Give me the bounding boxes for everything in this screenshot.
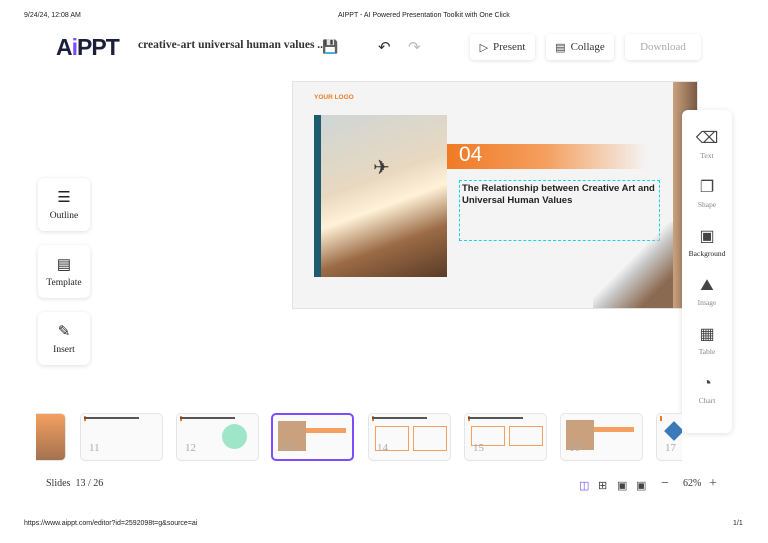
print-datetime: 9/24/24, 12:08 AM	[24, 12, 81, 19]
background-icon: ▣	[699, 228, 715, 245]
slide-thumbnail[interactable]: 14	[368, 413, 451, 461]
grid-view-icon[interactable]: ⊞	[598, 479, 607, 492]
slide-logo[interactable]: YOUR LOGO	[314, 94, 354, 101]
thumbnail-number: 14	[377, 442, 388, 454]
shape-icon: ❐	[699, 179, 715, 196]
collage-label: Collage	[570, 41, 605, 53]
image-tool[interactable]: ⛰ Image	[682, 277, 732, 307]
collage-icon: ▤	[555, 41, 566, 54]
text-icon: ⌫	[695, 130, 719, 147]
slide-counter: Slides 13 / 26	[46, 478, 103, 489]
page-curl	[593, 222, 673, 308]
present-label: Present	[493, 41, 526, 53]
zoom-in-button[interactable]: +	[709, 476, 717, 492]
insert-icon: ✎	[57, 324, 71, 340]
print-page-number: 1/1	[733, 520, 743, 527]
thumbnail-number: 16	[569, 442, 580, 454]
template-icon: ▤	[56, 257, 72, 273]
slide-accent-strip	[314, 115, 321, 277]
save-icon[interactable]: 💾	[322, 39, 338, 55]
slides-label: Slides	[46, 478, 71, 489]
redo-icon[interactable]: ↷	[408, 38, 421, 57]
print-url: https://www.aippt.com/editor?id=2592098t…	[24, 520, 198, 527]
thumbnail-number: 13	[281, 441, 292, 453]
chart-tool-label: Chart	[698, 396, 716, 405]
slide-thumbnail[interactable]: 16	[560, 413, 643, 461]
background-tool[interactable]: ▣ Background	[682, 228, 732, 258]
image-icon: ⛰	[700, 277, 714, 294]
table-icon: ▦	[699, 326, 715, 343]
logo-ppt: PPT	[77, 34, 120, 60]
slide-thumbnail[interactable]: 15	[464, 413, 547, 461]
image-tool-label: Image	[697, 298, 717, 307]
slide-thumbnail[interactable]: 11	[80, 413, 163, 461]
outline-label: Outline	[49, 211, 79, 221]
slide-thumbnail[interactable]: 10	[36, 413, 66, 461]
document-title[interactable]: creative-art universal human values ...	[138, 39, 326, 51]
present-button[interactable]: ▷ Present	[470, 34, 535, 60]
shape-tool[interactable]: ❐ Shape	[682, 179, 732, 209]
shape-tool-label: Shape	[697, 200, 717, 209]
text-tool-label: Text	[700, 151, 714, 160]
slide-thumbnail[interactable]: 17	[656, 413, 682, 461]
print-page-title: AIPPT - AI Powered Presentation Toolkit …	[338, 12, 510, 19]
slides-current: 13 / 26	[75, 478, 104, 489]
slide-canvas[interactable]: YOUR LOGO ✈ 04 The Relationship between …	[292, 81, 698, 309]
chart-icon: ◔	[702, 375, 712, 392]
outline-icon: ☰	[57, 190, 71, 206]
single-view-icon[interactable]: ◫	[579, 479, 589, 492]
thumbnail-number: 17	[665, 442, 676, 454]
table-tool-label: Table	[698, 347, 716, 356]
play-icon: ▷	[479, 41, 489, 54]
slide-thumbnail[interactable]: 12	[176, 413, 259, 461]
slide-number[interactable]: 04	[459, 143, 482, 167]
template-label: Template	[46, 278, 82, 288]
zoom-out-button[interactable]: −	[661, 476, 669, 492]
outline-button[interactable]: ☰ Outline	[38, 178, 90, 231]
logo-a: A	[56, 34, 73, 60]
zoom-level: 62%	[683, 478, 702, 489]
template-button[interactable]: ▤ Template	[38, 245, 90, 298]
fullscreen-icon[interactable]: ▣	[636, 479, 646, 492]
text-tool[interactable]: ⌫ Text	[682, 130, 732, 160]
slide-thumbnail-selected[interactable]: 13	[271, 413, 354, 461]
background-tool-label: Background	[688, 249, 726, 258]
download-button[interactable]: Download	[625, 34, 701, 60]
insert-button[interactable]: ✎ Insert	[38, 312, 90, 365]
slide-photo[interactable]: ✈	[321, 115, 447, 277]
collage-button[interactable]: ▤ Collage	[546, 34, 614, 60]
airplane-icon: ✈	[373, 157, 390, 179]
table-tool[interactable]: ▦ Table	[682, 326, 732, 356]
insert-panel: ⌫ Text ❐ Shape ▣ Background ⛰ Image ▦ Table ◔…	[682, 110, 732, 433]
download-label: Download	[640, 41, 686, 53]
thumbnail-number: 11	[89, 442, 100, 454]
app-logo[interactable]: AiPPT	[56, 34, 120, 61]
insert-label: Insert	[53, 345, 75, 355]
fit-screen-icon[interactable]: ▣	[617, 479, 627, 492]
chart-tool[interactable]: ◔ Chart	[682, 375, 732, 405]
thumbnail-number: 15	[473, 442, 484, 454]
undo-icon[interactable]: ↶	[378, 38, 391, 57]
thumbnail-number: 12	[185, 442, 196, 454]
thumbnail-strip[interactable]: 10 11 12 13 14 15 16 17	[36, 404, 682, 470]
